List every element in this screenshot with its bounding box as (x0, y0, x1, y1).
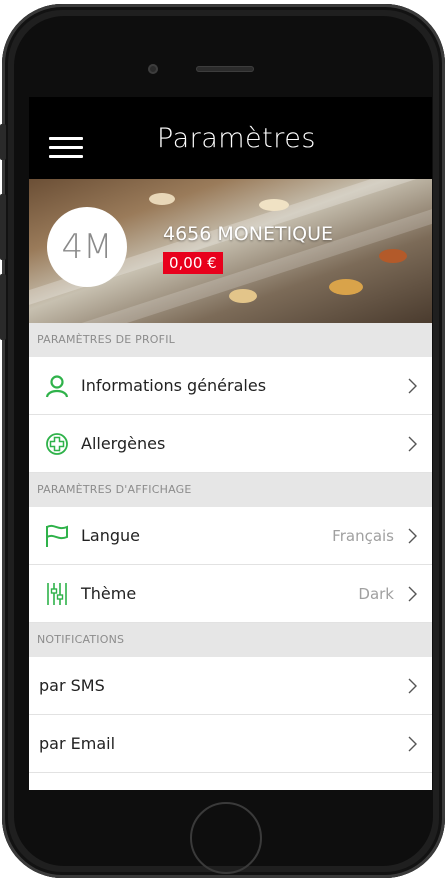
section-header-display: PARAMÈTRES D'AFFICHAGE (29, 473, 432, 507)
settings-row-theme[interactable]: Thème Dark (29, 565, 432, 623)
user-icon (43, 372, 71, 400)
settings-row-label: Thème (81, 584, 137, 603)
chevron-right-icon (408, 736, 417, 751)
profile-banner: 4M 4656 MONETIQUE 0,00 € (29, 179, 432, 323)
allergen-plus-icon (43, 430, 71, 458)
chevron-right-icon (408, 586, 417, 601)
settings-row-sms[interactable]: par SMS (29, 657, 432, 715)
sliders-icon (43, 580, 71, 608)
mute-switch (0, 124, 6, 160)
flag-icon (43, 522, 71, 550)
settings-row-label: par SMS (39, 676, 105, 695)
banner-decoration (379, 249, 407, 263)
section-header-notifications: NOTIFICATIONS (29, 623, 432, 657)
balance-badge: 0,00 € (163, 252, 223, 274)
avatar[interactable]: 4M (47, 207, 127, 287)
settings-row-label: Informations générales (81, 376, 267, 395)
volume-down-button (0, 274, 6, 340)
language-value: Français (332, 526, 394, 545)
app-header: Paramètres (29, 97, 432, 179)
banner-decoration (149, 193, 175, 205)
chevron-right-icon (408, 378, 417, 393)
settings-row-email[interactable]: par Email (29, 715, 432, 773)
hamburger-menu-icon[interactable] (49, 137, 83, 158)
volume-up-button (0, 194, 6, 260)
profile-name: 4656 MONETIQUE (163, 223, 334, 245)
chevron-right-icon (408, 678, 417, 693)
home-button[interactable] (190, 802, 262, 874)
section-header-profile: PARAMÈTRES DE PROFIL (29, 323, 432, 357)
settings-row-label: par Email (39, 734, 116, 753)
settings-row-label: Allergènes (81, 434, 166, 453)
banner-decoration (259, 199, 289, 211)
chevron-right-icon (408, 528, 417, 543)
chevron-right-icon (408, 436, 417, 451)
settings-row-language[interactable]: Langue Français (29, 507, 432, 565)
page-title: Paramètres (157, 123, 316, 154)
banner-decoration (329, 279, 363, 295)
front-camera (148, 64, 158, 74)
theme-value: Dark (358, 584, 394, 603)
banner-decoration (229, 289, 257, 303)
earpiece-speaker (196, 66, 254, 72)
settings-row-label: Langue (81, 526, 140, 545)
settings-row-allergens[interactable]: Allergènes (29, 415, 432, 473)
settings-row-general-info[interactable]: Informations générales (29, 357, 432, 415)
app-screen: Paramètres 4M 4656 MONETIQUE 0,00 € PARA… (29, 97, 432, 790)
